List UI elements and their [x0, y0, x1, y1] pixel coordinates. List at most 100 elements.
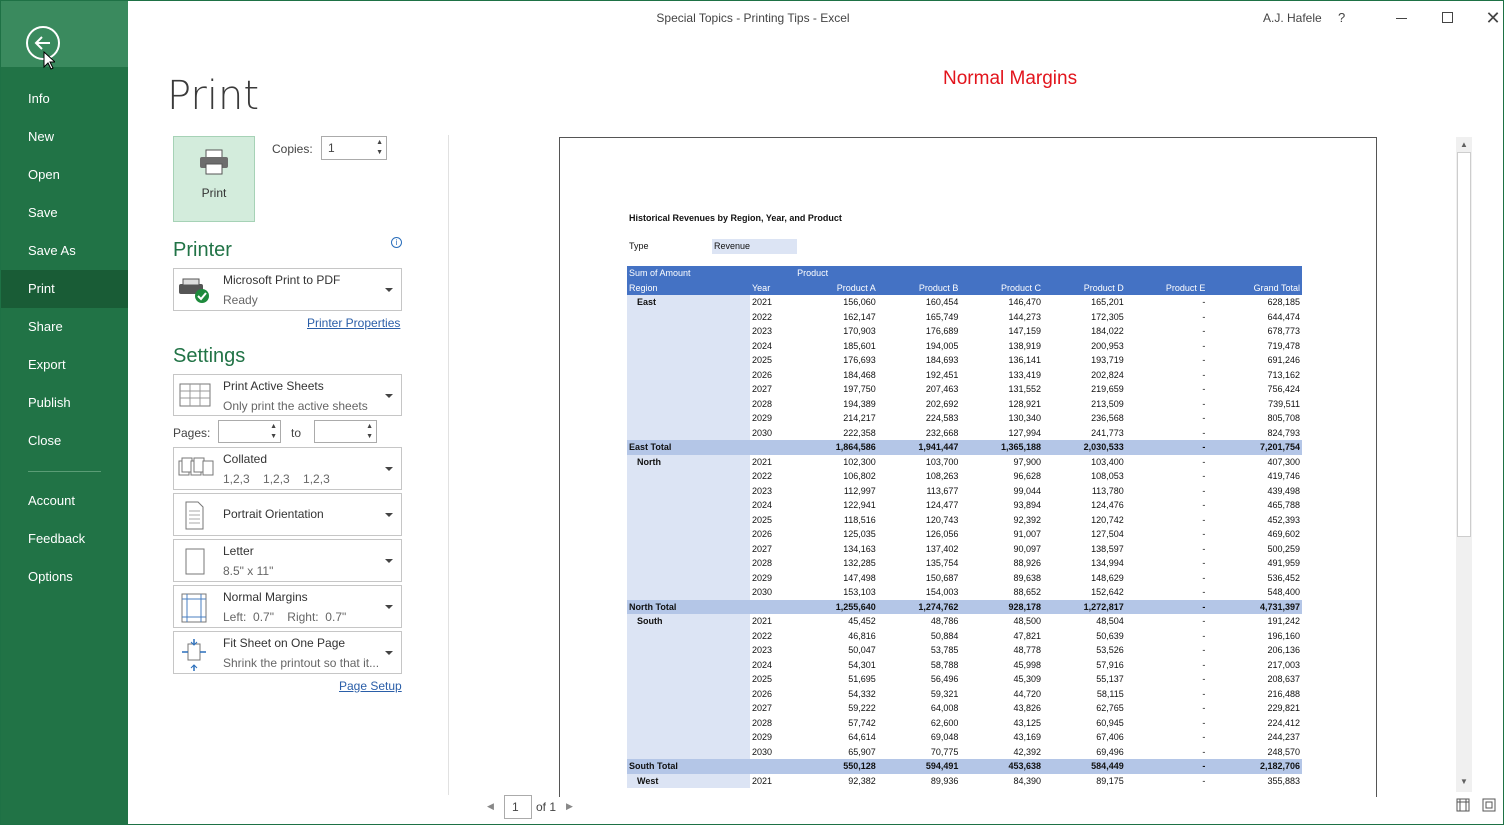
scroll-down-icon[interactable]: ▼ [1460, 777, 1468, 786]
scroll-thumb[interactable] [1457, 152, 1471, 537]
pages-from-input[interactable]: ▲ ▼ [218, 420, 281, 443]
pivot-cell: 355,883 [1267, 775, 1300, 786]
region-label [627, 570, 750, 585]
print-what-dropdown[interactable]: Print Active Sheets Only print the activ… [173, 374, 402, 416]
pivot-cell: 48,786 [930, 616, 959, 627]
margins-sub: Left: 0.7" Right: 0.7" [223, 610, 347, 624]
pivot-table: Sum of Amount Product Region Year Product AP… [627, 266, 1302, 788]
pivot-cell: 500,259 [1267, 543, 1300, 554]
region-label [627, 338, 750, 353]
pivot-cell: 58,788 [930, 659, 959, 670]
scaling-dropdown[interactable]: Fit Sheet on One Page Shrink the printou… [173, 631, 402, 674]
table-row: 2022 106,802 108,263 96,628 108,053 - 419,746 [627, 469, 1302, 484]
pivot-cell: 241,773 [1091, 427, 1124, 438]
nav-feedback[interactable]: Feedback [1, 520, 128, 558]
help-button[interactable]: ? [1338, 10, 1345, 25]
pivot-cell: - [1202, 674, 1206, 685]
pivot-cell: 200,953 [1091, 340, 1124, 351]
nav-new[interactable]: New [1, 118, 128, 156]
region-total-row: North Total 1,255,640 1,274,762 928,178 1,27… [627, 599, 1302, 614]
close-window-button[interactable]: ✕ [1470, 1, 1503, 35]
margins-dropdown[interactable]: Normal Margins Left: 0.7" Right: 0.7" [173, 585, 402, 628]
table-row: 2025 51,695 56,496 45,309 55,137 - 208,637 [627, 672, 1302, 687]
next-page-icon[interactable]: ▶ [566, 801, 573, 812]
pivot-cell: 469,602 [1267, 529, 1300, 540]
orientation-dropdown[interactable]: Portrait Orientation [173, 493, 402, 536]
zoom-to-page-icon[interactable] [1482, 798, 1496, 812]
spin-down-icon[interactable]: ▼ [366, 433, 373, 440]
show-margins-icon[interactable] [1456, 798, 1470, 812]
nav-close[interactable]: Close [1, 422, 128, 460]
page-setup-link[interactable]: Page Setup [339, 679, 402, 693]
pivot-cell: 106,802 [843, 471, 876, 482]
printer-dropdown[interactable]: Microsoft Print to PDF Ready [173, 268, 402, 311]
page-number-input[interactable]: 1 [504, 795, 532, 819]
region-label: North [627, 454, 750, 469]
spin-up-icon[interactable]: ▲ [270, 423, 277, 430]
pivot-cell [750, 440, 796, 455]
pivot-cell: 2030 [752, 427, 773, 438]
region-total-label: North Total [627, 599, 750, 614]
pivot-cell: 2026 [752, 688, 773, 699]
pivot-cell: 93,894 [1013, 500, 1042, 511]
pivot-cell: 128,921 [1008, 398, 1042, 409]
nav-share[interactable]: Share [1, 308, 128, 346]
nav-info[interactable]: Info [1, 80, 128, 118]
pivot-header-cell [1043, 266, 1126, 281]
region-label [627, 469, 750, 484]
pivot-cell: 2021 [752, 775, 773, 786]
chevron-down-icon [385, 288, 393, 292]
table-row: 2030 153,103 154,003 88,652 152,642 - 548,400 [627, 585, 1302, 600]
user-name[interactable]: A.J. Hafele [1263, 11, 1322, 25]
pivot-cell: 491,959 [1267, 558, 1300, 569]
pivot-column-header: Grand Total [1207, 280, 1302, 295]
pivot-cell: 206,136 [1267, 645, 1300, 656]
minimize-button[interactable] [1378, 1, 1424, 35]
spin-down-icon[interactable]: ▼ [376, 149, 383, 156]
pivot-cell: 89,175 [1096, 775, 1124, 786]
pivot-cell: 113,677 [926, 485, 959, 496]
nav-print[interactable]: Print [1, 270, 128, 308]
region-label [627, 367, 750, 382]
spin-up-icon[interactable]: ▲ [376, 139, 383, 146]
pivot-cell: 213,509 [1091, 398, 1124, 409]
nav-publish[interactable]: Publish [1, 384, 128, 422]
spin-up-icon[interactable]: ▲ [366, 423, 373, 430]
nav-export[interactable]: Export [1, 346, 128, 384]
copies-input[interactable]: 1 ▲ ▼ [321, 136, 387, 160]
nav-save[interactable]: Save [1, 194, 128, 232]
pages-to-input[interactable]: ▲ ▼ [314, 420, 377, 443]
pivot-cell: 56,496 [930, 674, 959, 685]
pivot-total-cell: 1,365,188 [960, 440, 1044, 455]
preview-scrollbar[interactable]: ▲ ▼ [1456, 137, 1472, 792]
scroll-up-icon[interactable]: ▲ [1460, 140, 1468, 149]
print-button[interactable]: Print [173, 136, 255, 222]
pivot-cell: 146,470 [1008, 297, 1042, 308]
pivot-cell: 90,097 [1013, 543, 1042, 554]
pivot-cell: 2024 [752, 340, 773, 351]
pivot-cell: 43,169 [1013, 732, 1042, 743]
previous-page-icon[interactable]: ◀ [487, 801, 494, 812]
collation-dropdown[interactable]: Collated 1,2,3 1,2,3 1,2,3 [173, 447, 402, 490]
table-row: 2025 118,516 120,743 92,392 120,742 - 452,393 [627, 512, 1302, 527]
pivot-cell: 248,570 [1267, 746, 1300, 757]
pivot-cell: 172,305 [1091, 311, 1124, 322]
pivot-cell: 97,900 [1013, 456, 1042, 467]
pivot-total-cell: 928,178 [960, 599, 1044, 614]
pivot-column-header: Region [627, 280, 750, 295]
pivot-cell: 113,780 [1091, 485, 1124, 496]
paper-size-dropdown[interactable]: Letter 8.5" x 11" [173, 539, 402, 582]
nav-save-as[interactable]: Save As [1, 232, 128, 270]
info-icon[interactable]: i [391, 237, 402, 248]
orientation-title: Portrait Orientation [223, 507, 324, 521]
nav-account[interactable]: Account [1, 482, 128, 520]
back-button[interactable] [1, 1, 128, 70]
maximize-button[interactable] [1424, 1, 1470, 35]
spin-down-icon[interactable]: ▼ [270, 433, 277, 440]
nav-open[interactable]: Open [1, 156, 128, 194]
pivot-cell: 48,500 [1013, 616, 1042, 627]
printer-properties-link[interactable]: Printer Properties [307, 316, 400, 330]
pivot-cell: 57,916 [1096, 659, 1124, 670]
nav-options[interactable]: Options [1, 558, 128, 596]
region-label [627, 324, 750, 339]
